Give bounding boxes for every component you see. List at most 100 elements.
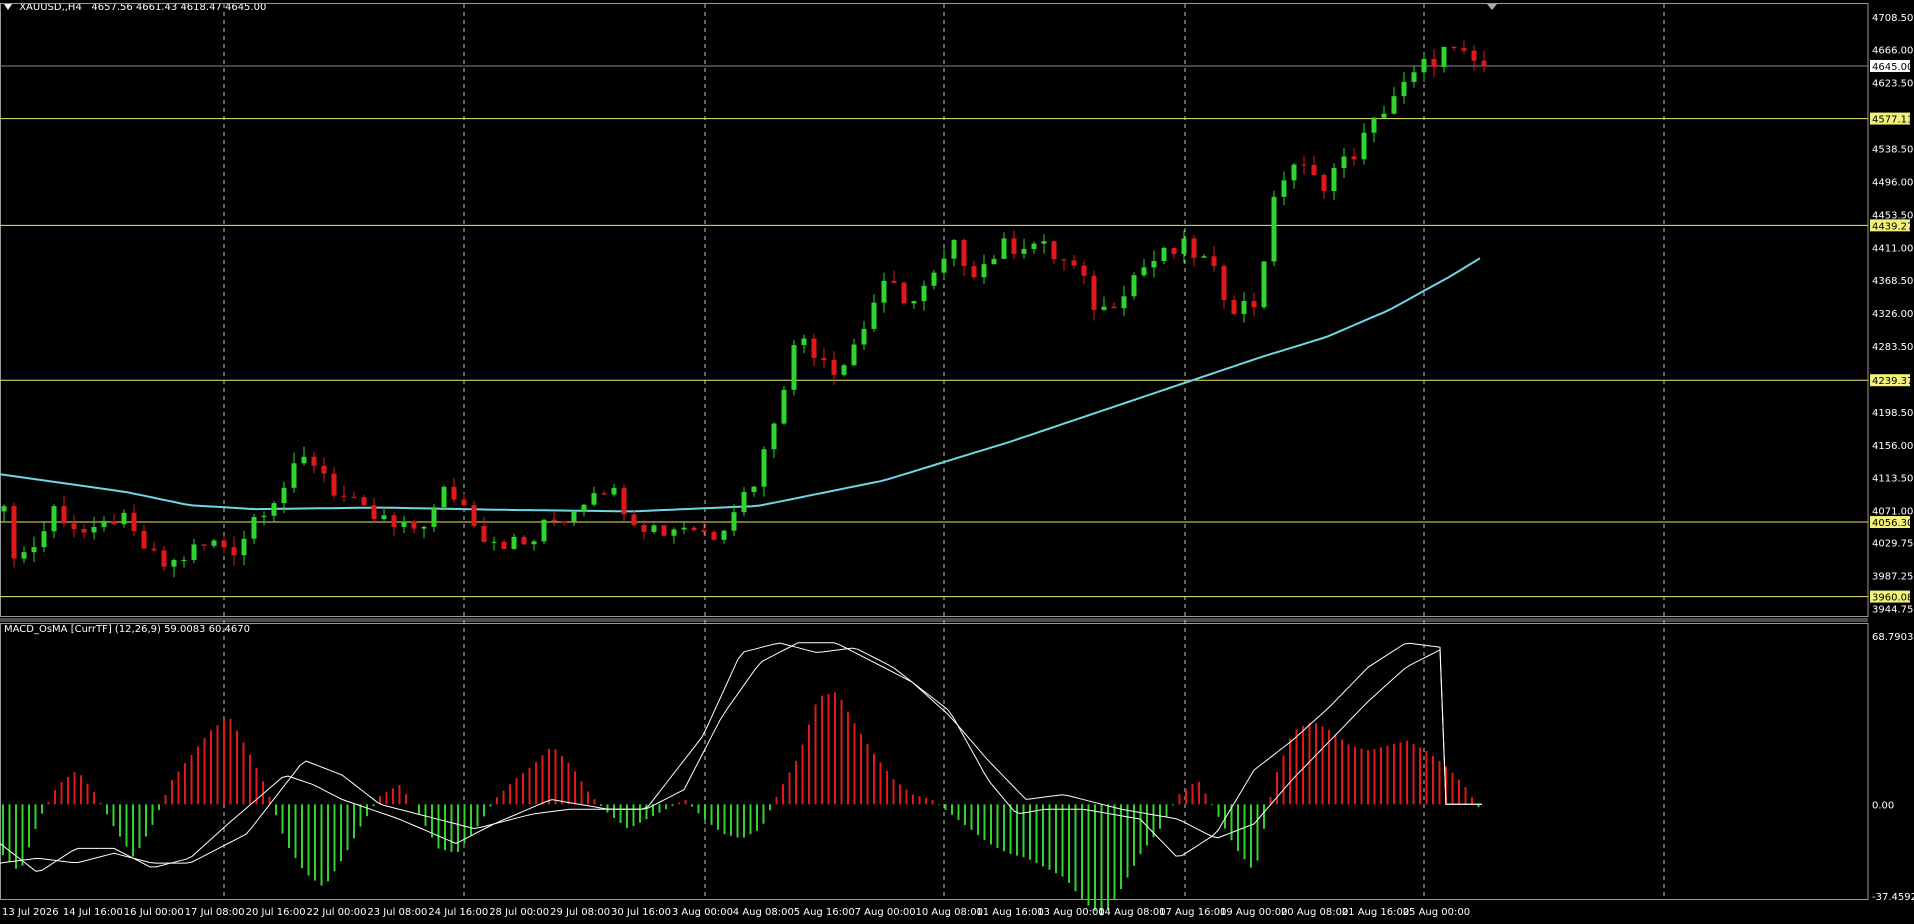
macd-histogram-bar	[593, 799, 596, 805]
candle-body	[901, 282, 907, 304]
time-axis-label: 30 Jul 16:00	[611, 907, 671, 918]
macd-histogram-bar	[918, 796, 921, 805]
macd-histogram-bar	[684, 799, 687, 805]
macd-histogram-bar	[912, 794, 914, 805]
candle-body	[1271, 196, 1277, 262]
trading-chart[interactable]: 4708.504666.004623.504538.504496.004453.…	[0, 0, 1914, 924]
macd-histogram-bar	[730, 804, 732, 836]
macd-histogram-bar	[1425, 750, 1428, 805]
time-axis-label: 28 Jul 00:00	[489, 907, 549, 918]
macd-histogram-bar	[366, 804, 368, 817]
macd-histogram-bar	[905, 789, 908, 805]
macd-histogram-bar	[964, 804, 966, 825]
macd-histogram-bar	[1211, 804, 1213, 806]
macd-histogram-bar	[996, 804, 999, 848]
macd-histogram-bar	[2, 804, 4, 856]
macd-histogram-bar	[28, 804, 30, 848]
macd-histogram-bar	[1191, 784, 1194, 805]
candle-body	[521, 536, 527, 545]
macd-histogram-bar	[873, 753, 875, 805]
macd-histogram-bar	[67, 777, 69, 805]
candle-body	[1481, 60, 1487, 67]
moving-average-line	[0, 257, 1481, 513]
macd-histogram-bar	[1471, 797, 1473, 805]
time-axis-label: 29 Jul 08:00	[550, 907, 610, 918]
level-label: 4056.30	[1872, 518, 1913, 529]
macd-histogram-bar	[1321, 726, 1324, 805]
macd-histogram-bar	[1087, 804, 1090, 906]
macd-histogram-bar	[424, 804, 427, 826]
macd-histogram-bar	[580, 781, 583, 805]
macd-histogram-bar	[574, 771, 576, 805]
candle-body	[1051, 241, 1057, 260]
macd-histogram-bar	[223, 720, 225, 805]
macd-histogram-bar	[1133, 804, 1135, 866]
candle-body	[691, 527, 697, 531]
macd-histogram-bar	[1399, 742, 1402, 805]
candle-body	[1471, 50, 1477, 61]
macd-histogram-bar	[1237, 804, 1239, 851]
macd-histogram-bar	[34, 804, 37, 829]
macd-histogram-bar	[1035, 804, 1038, 864]
candle-body	[461, 499, 467, 506]
candle-body	[1261, 261, 1267, 308]
macd-histogram-bar	[1159, 804, 1161, 829]
candle-body	[831, 359, 837, 375]
candle-body	[1331, 167, 1337, 192]
candle-body	[361, 497, 367, 506]
candle-body	[661, 525, 667, 536]
candle-body	[611, 487, 617, 495]
macd-histogram-bar	[437, 804, 440, 849]
candle-body	[301, 456, 307, 464]
candle-body	[1201, 256, 1207, 258]
macd-histogram-bar	[808, 724, 810, 805]
macd-histogram-bar	[125, 804, 128, 847]
macd-histogram-bar	[717, 804, 719, 830]
macd-histogram-bar	[210, 730, 212, 805]
candle-body	[751, 486, 757, 492]
macd-histogram-bar	[788, 772, 791, 805]
macd-histogram-bar	[951, 804, 953, 815]
macd-histogram-bar	[762, 804, 765, 824]
macd-histogram-bar	[1198, 781, 1200, 805]
macd-histogram-bar	[15, 804, 17, 869]
macd-histogram-bar	[60, 782, 63, 805]
macd-histogram-bar	[522, 772, 524, 805]
macd-histogram-bar	[782, 784, 784, 805]
candle-body	[991, 258, 997, 265]
price-axis-label: 4198.50	[1872, 408, 1913, 419]
candle-body	[1021, 248, 1027, 254]
macd-histogram-bar	[164, 794, 167, 805]
candle-body	[481, 526, 487, 542]
macd-signal-line	[0, 642, 1482, 864]
macd-histogram-bar	[567, 762, 570, 805]
candle-body	[881, 280, 887, 303]
macd-histogram-bar	[1406, 740, 1408, 805]
macd-histogram-bar	[489, 804, 492, 807]
candle-body	[871, 302, 877, 329]
macd-histogram-bar	[1334, 734, 1337, 805]
macd-histogram-bar	[892, 779, 895, 805]
macd-histogram-bar	[801, 744, 804, 805]
candle-body	[971, 266, 977, 278]
candle-body	[31, 547, 37, 553]
macd-histogram-bar	[249, 754, 251, 805]
candle-body	[761, 449, 767, 487]
macd-histogram-bar	[242, 742, 245, 805]
candle-body	[711, 531, 717, 540]
candle-body	[441, 486, 447, 508]
macd-histogram-bar	[1165, 804, 1168, 818]
macd-histogram-bar	[359, 804, 362, 827]
macd-histogram-bar	[1120, 804, 1122, 890]
macd-histogram-bar	[112, 804, 115, 827]
macd-histogram-bar	[1464, 787, 1467, 805]
macd-histogram-bar	[658, 804, 661, 813]
macd-histogram-bar	[691, 804, 693, 807]
macd-histogram-bar	[866, 743, 869, 805]
macd-histogram-bar	[886, 770, 888, 805]
candle-body	[391, 515, 397, 527]
main-frame	[0, 3, 1869, 617]
candle-body	[601, 493, 607, 495]
macd-histogram-bar	[1217, 804, 1220, 817]
candle-body	[1251, 301, 1257, 308]
